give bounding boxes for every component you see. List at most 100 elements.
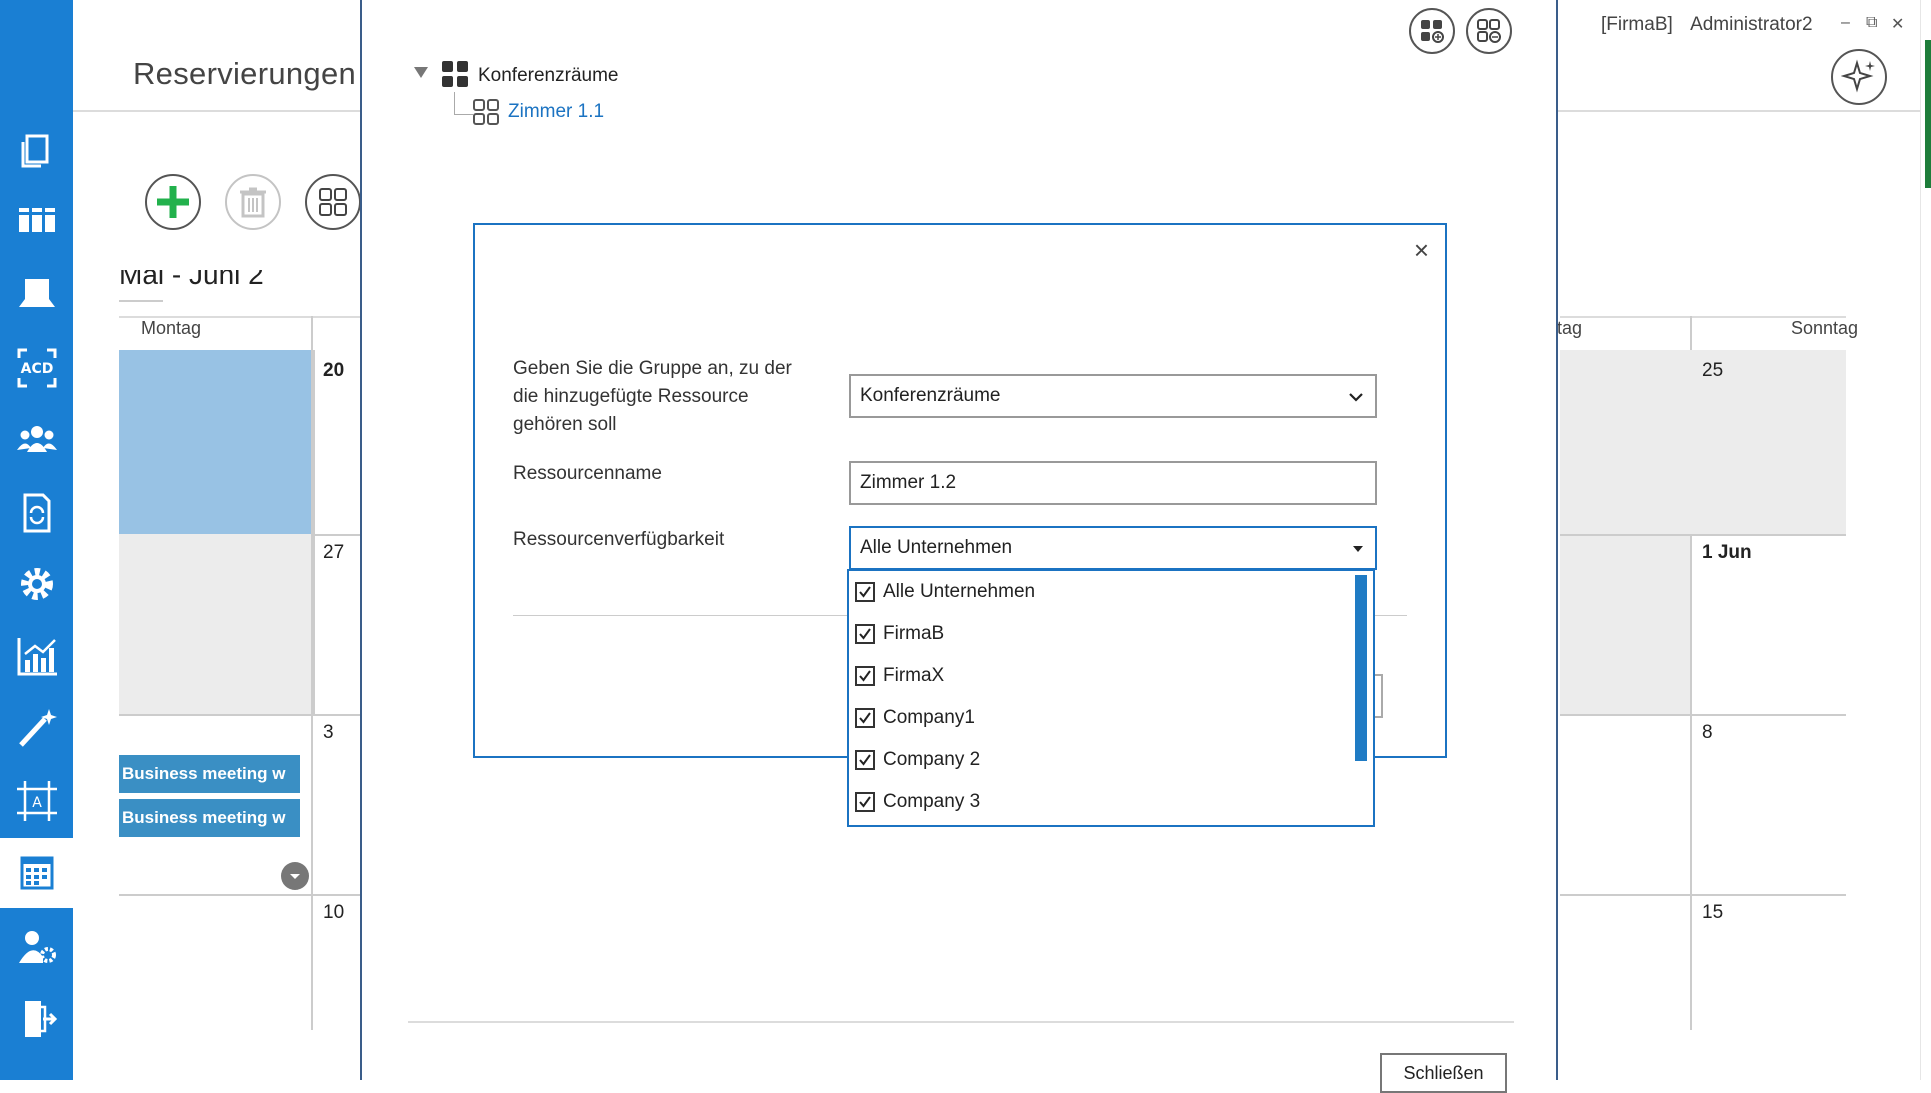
dropdown-scrollbar[interactable] xyxy=(1355,575,1367,761)
option-label: Company1 xyxy=(883,707,975,728)
tree-expand-toggle[interactable] xyxy=(414,67,428,78)
selected-day-cell[interactable] xyxy=(119,350,311,534)
documents-icon[interactable] xyxy=(0,115,73,185)
side-accent xyxy=(1925,40,1931,188)
day-number: 10 xyxy=(323,902,345,923)
window-close-button[interactable]: ✕ xyxy=(1891,14,1904,34)
day-cell[interactable] xyxy=(1560,350,1690,534)
minimize-button[interactable]: – xyxy=(1841,14,1850,32)
checkbox[interactable] xyxy=(855,624,875,644)
chevron-down-icon xyxy=(1349,393,1363,402)
company-label: [FirmaB] xyxy=(1601,14,1673,35)
row-divider xyxy=(1560,534,1846,536)
checkmark-icon xyxy=(859,712,871,724)
availability-select[interactable]: Alle Unternehmen xyxy=(849,526,1377,570)
event-item[interactable]: Business meeting w xyxy=(119,755,300,793)
tree-child-label[interactable]: Zimmer 1.1 xyxy=(508,101,604,123)
calendar-icon[interactable] xyxy=(0,838,73,908)
exit-icon[interactable] xyxy=(0,984,73,1054)
day-number: 25 xyxy=(1702,360,1724,381)
resources-button[interactable] xyxy=(305,174,361,230)
cell-divider xyxy=(311,316,313,350)
user-settings-icon[interactable] xyxy=(0,912,73,982)
day-cell[interactable] xyxy=(1560,534,1690,714)
layout-text: A xyxy=(32,795,42,811)
add-button[interactable] xyxy=(145,174,201,230)
restore-button[interactable]: ⧉ xyxy=(1866,14,1877,32)
computer-icon[interactable] xyxy=(0,258,73,328)
assistant-button[interactable] xyxy=(1831,49,1887,105)
checkbox[interactable] xyxy=(855,582,875,602)
checkbox[interactable] xyxy=(855,750,875,770)
group-select[interactable]: Konferenzräume xyxy=(849,374,1377,418)
plus-icon xyxy=(157,186,189,218)
option-all-companies[interactable]: Alle Unternehmen xyxy=(855,571,1035,613)
checkbox[interactable] xyxy=(855,792,875,812)
day-number: 3 xyxy=(323,722,334,743)
users-icon[interactable] xyxy=(0,405,73,475)
dropdown-arrow-icon xyxy=(1353,546,1363,552)
wizard-icon[interactable] xyxy=(0,692,73,762)
event-item[interactable]: Business meeting w xyxy=(119,799,300,837)
chevron-down-icon xyxy=(290,874,300,879)
row-divider xyxy=(1560,714,1846,716)
layout-icon[interactable]: A xyxy=(0,766,73,836)
checkbox[interactable] xyxy=(855,666,875,686)
delete-button[interactable] xyxy=(225,174,281,230)
page-title: Reservierungen xyxy=(133,56,357,91)
availability-dropdown-list: Alle Unternehmen FirmaB FirmaX Company1 … xyxy=(847,569,1375,827)
acd-icon[interactable]: ACD xyxy=(0,333,73,403)
remove-resource-icon xyxy=(1477,19,1501,43)
option-label: Alle Unternehmen xyxy=(883,581,1036,602)
checkmark-icon xyxy=(859,628,871,640)
option-label: FirmaB xyxy=(883,623,945,644)
checkmark-icon xyxy=(859,586,871,598)
reports-icon[interactable] xyxy=(0,478,73,548)
tree-connector xyxy=(454,92,473,115)
checkbox[interactable] xyxy=(855,708,875,728)
acd-text: ACD xyxy=(20,361,53,377)
checkmark-icon xyxy=(859,796,871,808)
sparkle-icon xyxy=(1841,59,1875,93)
settings-icon[interactable] xyxy=(0,549,73,619)
weekday-sunday: Sonntag xyxy=(1791,318,1859,338)
dialog-close-button[interactable]: × xyxy=(1414,235,1429,266)
availability-label: Ressourcenverfügbarkeit xyxy=(513,529,725,550)
user-name[interactable]: Administrator2 xyxy=(1690,14,1813,35)
remove-resource-button[interactable] xyxy=(1466,8,1512,54)
day-cell[interactable] xyxy=(119,534,311,714)
statistics-icon[interactable] xyxy=(0,621,73,691)
resource-name-value: Zimmer 1.2 xyxy=(860,472,957,493)
day-number: 15 xyxy=(1702,902,1724,923)
date-range-underline xyxy=(119,272,163,302)
close-panel-button[interactable]: Schließen xyxy=(1380,1053,1507,1093)
group-label-line: Geben Sie die Gruppe an, zu der xyxy=(513,358,792,379)
row-divider xyxy=(119,714,315,716)
checkmark-icon xyxy=(859,754,871,766)
day-number: 27 xyxy=(323,542,345,563)
option-firmab[interactable]: FirmaB xyxy=(855,613,944,655)
option-company-3[interactable]: Company 3 xyxy=(855,781,980,823)
tree-root-label[interactable]: Konferenzräume xyxy=(478,65,618,87)
day-number: 20 xyxy=(323,360,345,381)
expand-events-button[interactable] xyxy=(281,862,309,890)
sidebar-nav: ACD A xyxy=(0,0,73,1080)
group-label-line: die hinzugefügte Ressource xyxy=(513,386,749,407)
group-label-line: gehören soll xyxy=(513,414,617,435)
checkmark-icon xyxy=(859,670,871,682)
option-label: FirmaX xyxy=(883,665,945,686)
day-number: 8 xyxy=(1702,722,1713,743)
option-label: Company 2 xyxy=(883,749,981,770)
panel-footer-divider xyxy=(408,1021,1514,1023)
option-firmax[interactable]: FirmaX xyxy=(855,655,944,697)
option-company1[interactable]: Company1 xyxy=(855,697,975,739)
tiles-icon[interactable] xyxy=(0,185,73,255)
option-company-2[interactable]: Company 2 xyxy=(855,739,980,781)
cell-divider xyxy=(311,714,313,1030)
resource-name-field[interactable]: Zimmer 1.2 xyxy=(849,461,1377,505)
resource-icon xyxy=(473,99,499,125)
weekday-monday: Montag xyxy=(141,318,202,338)
add-resource-button[interactable] xyxy=(1409,8,1455,54)
add-resource-icon xyxy=(1421,20,1444,43)
row-divider xyxy=(119,894,315,896)
